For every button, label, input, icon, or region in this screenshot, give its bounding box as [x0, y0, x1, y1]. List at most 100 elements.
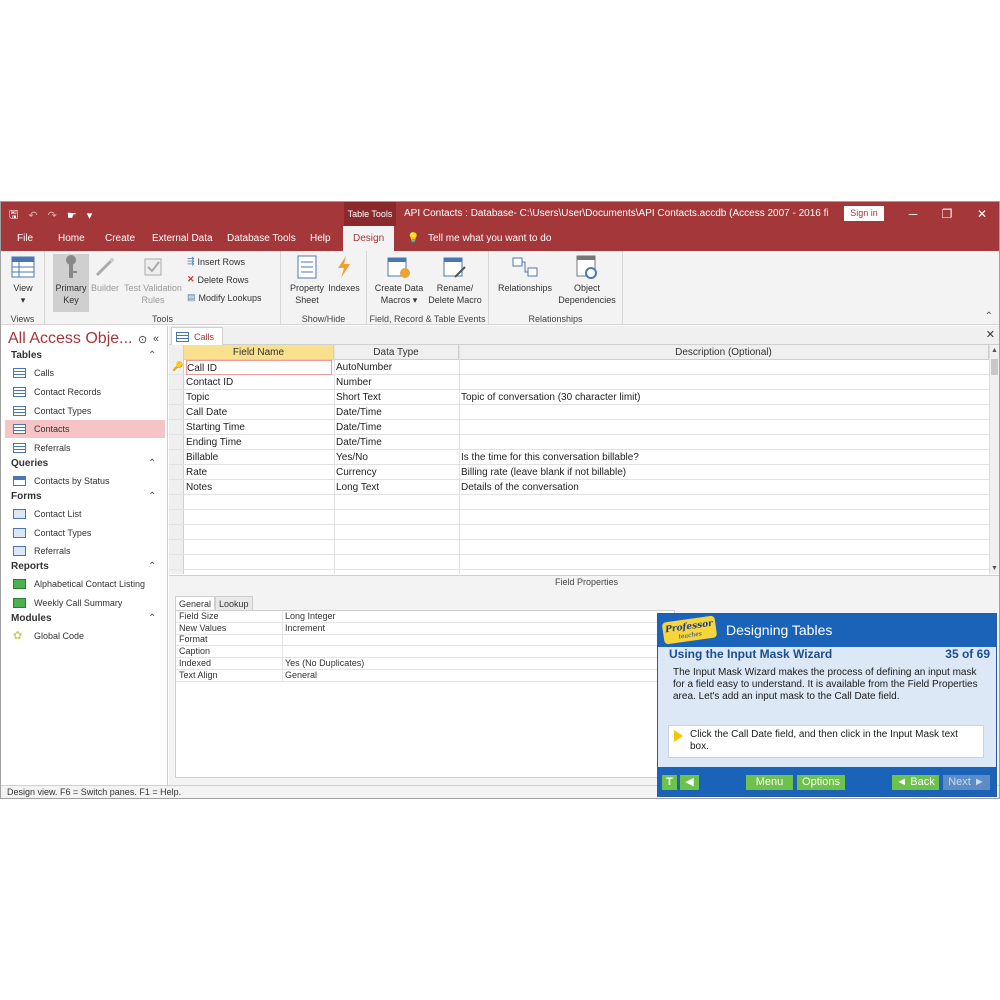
menu-button[interactable]: Menu [746, 775, 793, 790]
collapse-chevron-icon[interactable]: ⌃ [148, 613, 156, 624]
tab-design[interactable]: Design [343, 226, 395, 251]
redo-icon[interactable]: ↷ [48, 209, 57, 222]
description-cell[interactable] [461, 435, 981, 450]
nav-item-weekly-call-summary[interactable]: Weekly Call Summary [5, 594, 165, 612]
create-data-macros-button[interactable]: Create Data Macros ▾ [373, 254, 425, 306]
tell-me-box[interactable]: Tell me what you want to do [428, 226, 551, 251]
nav-item-contact-types-form[interactable]: Contact Types [5, 524, 165, 542]
data-type-cell[interactable]: Date/Time [336, 405, 456, 420]
column-header-field-name[interactable]: Field Name [184, 345, 334, 360]
data-type-cell[interactable]: Date/Time [336, 420, 456, 435]
touch-mode-icon[interactable]: ☛ [67, 209, 77, 222]
nav-menu-icon[interactable]: ⊙ [138, 333, 147, 346]
nav-item-contact-types-table[interactable]: Contact Types [5, 402, 165, 420]
collapse-ribbon-icon[interactable]: ⌃ [985, 311, 993, 322]
description-cell[interactable] [461, 360, 981, 375]
save-icon[interactable]: 🖫 [9, 206, 18, 225]
tab-file[interactable]: File [17, 226, 33, 251]
options-button[interactable]: Options [797, 775, 845, 790]
property-value[interactable]: Yes (No Duplicates) [282, 657, 676, 669]
indexes-button[interactable]: Indexes [327, 254, 361, 294]
collapse-chevron-icon[interactable]: ⌃ [148, 458, 156, 469]
field-name-cell[interactable]: Notes [186, 480, 332, 495]
primary-key-button[interactable]: Primary Key [53, 254, 89, 312]
doc-tab-calls[interactable]: Calls [171, 327, 224, 345]
rename-delete-macro-button[interactable]: Rename/ Delete Macro [425, 254, 485, 306]
column-header-description[interactable]: Description (Optional) [459, 345, 989, 360]
field-name-cell[interactable]: Starting Time [186, 420, 332, 435]
nav-section-forms[interactable]: Forms ⌃ [11, 491, 156, 502]
collapse-chevron-icon[interactable]: ⌃ [148, 491, 156, 502]
field-name-cell[interactable]: Rate [186, 465, 332, 480]
shutter-bar-close-icon[interactable]: « [153, 333, 159, 345]
property-value[interactable] [282, 646, 676, 658]
data-type-cell[interactable]: Yes/No [336, 450, 456, 465]
close-button[interactable]: ✕ [967, 202, 997, 226]
back-button[interactable]: ◄ Back [892, 775, 939, 790]
insert-rows-button[interactable]: ⇶ Insert Rows [187, 256, 245, 267]
field-name-cell[interactable]: Contact ID [186, 375, 332, 390]
nav-item-contacts[interactable]: Contacts [5, 420, 165, 438]
nav-item-alphabetical-contact-listing[interactable]: Alphabetical Contact Listing [5, 575, 165, 593]
data-type-cell[interactable]: Number [336, 375, 456, 390]
nav-section-reports[interactable]: Reports ⌃ [11, 561, 156, 572]
description-cell[interactable]: Billing rate (leave blank if not billabl… [461, 465, 981, 480]
property-value[interactable]: General [282, 669, 676, 681]
restore-button[interactable]: ❐ [932, 202, 962, 226]
tab-database-tools[interactable]: Database Tools [227, 226, 296, 251]
delete-rows-button[interactable]: ✕ Delete Rows [187, 274, 249, 285]
field-name-cell[interactable]: Ending Time [186, 435, 332, 450]
collapse-chevron-icon[interactable]: ⌃ [148, 561, 156, 572]
tab-help[interactable]: Help [310, 226, 331, 251]
nav-item-contact-records[interactable]: Contact Records [5, 383, 165, 401]
nav-item-global-code[interactable]: ✿ Global Code [5, 627, 165, 645]
property-value[interactable]: Long Integer [282, 611, 676, 622]
test-validation-rules-button[interactable]: Test Validation Rules [121, 254, 185, 306]
tab-home[interactable]: Home [58, 226, 85, 251]
undo-icon[interactable]: ↶ [28, 209, 37, 222]
data-type-cell[interactable]: Long Text [336, 480, 456, 495]
nav-item-referrals-form[interactable]: Referrals [5, 542, 165, 560]
description-cell[interactable]: Topic of conversation (30 character limi… [461, 390, 981, 405]
nav-item-contact-list[interactable]: Contact List [5, 505, 165, 523]
collapse-chevron-icon[interactable]: ⌃ [148, 350, 156, 361]
field-name-cell[interactable]: Topic [186, 390, 332, 405]
modify-lookups-button[interactable]: ▤ Modify Lookups [187, 292, 262, 303]
description-cell[interactable] [461, 375, 981, 390]
nav-section-queries[interactable]: Queries ⌃ [11, 458, 156, 469]
property-value[interactable]: Increment [282, 622, 676, 634]
data-type-cell[interactable]: Currency [336, 465, 456, 480]
description-cell[interactable]: Details of the conversation [461, 480, 981, 495]
field-name-cell[interactable]: Billable [186, 450, 332, 465]
column-header-data-type[interactable]: Data Type [334, 345, 459, 360]
grid-vertical-scrollbar[interactable]: ▲ ▼ [989, 345, 999, 574]
tab-external-data[interactable]: External Data [152, 226, 213, 251]
nav-pane-title[interactable]: All Access Obje... [8, 330, 133, 348]
field-name-cell[interactable]: Call ID [186, 360, 332, 375]
nav-section-modules[interactable]: Modules ⌃ [11, 613, 156, 624]
nav-section-tables[interactable]: Tables ⌃ [11, 350, 156, 361]
description-cell[interactable] [461, 420, 981, 435]
field-name-cell[interactable]: Call Date [186, 405, 332, 420]
minimize-button[interactable]: ─ [898, 202, 928, 226]
description-cell[interactable] [461, 405, 981, 420]
sign-in-button[interactable]: Sign in [844, 206, 884, 221]
close-document-icon[interactable]: ✕ [986, 328, 995, 341]
text-toggle-button[interactable]: T [662, 775, 677, 790]
audio-button[interactable]: ◀ [680, 775, 699, 790]
builder-button[interactable]: Builder [90, 254, 120, 294]
data-type-cell[interactable]: Date/Time [336, 435, 456, 450]
nav-item-calls[interactable]: Calls [5, 364, 165, 382]
data-type-cell[interactable]: AutoNumber [336, 360, 456, 375]
data-type-cell[interactable]: Short Text [336, 390, 456, 405]
nav-item-referrals-table[interactable]: Referrals [5, 439, 165, 457]
object-dependencies-button[interactable]: Object Dependencies [555, 254, 619, 306]
property-sheet-button[interactable]: Property Sheet [286, 254, 328, 306]
relationships-button[interactable]: Relationships [495, 254, 555, 294]
tab-create[interactable]: Create [105, 226, 135, 251]
view-button[interactable]: View ▾ [6, 254, 40, 306]
nav-item-contacts-by-status[interactable]: Contacts by Status [5, 472, 165, 490]
customize-qat-icon[interactable]: ▾ [87, 209, 93, 222]
next-button[interactable]: Next ► [943, 775, 990, 790]
description-cell[interactable]: Is the time for this conversation billab… [461, 450, 981, 465]
